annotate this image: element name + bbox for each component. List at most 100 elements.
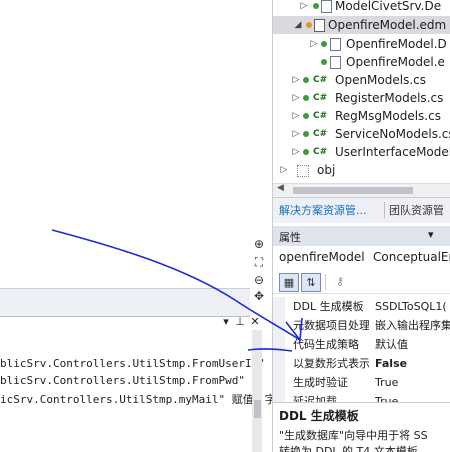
close-icon[interactable]: ✕ xyxy=(249,316,261,328)
output-pane[interactable]: blicSrv.Controllers.UtilStmp.FromUserId"… xyxy=(0,316,276,452)
property-row[interactable]: 元数据项目处理 嵌入输出程序集 xyxy=(273,316,450,335)
right-dock: ▷ ModelCivetSrv.De ◢ OpenfireModel.edm ▷… xyxy=(272,0,450,452)
tree-item-label: obj xyxy=(317,163,336,177)
tree-item[interactable]: ▷ C# RegisterModels.cs xyxy=(273,89,450,107)
property-value[interactable]: SSDLToSQL1( xyxy=(375,297,450,316)
pin-icon[interactable]: ⊥ xyxy=(234,316,246,328)
property-name: 延迟加载 xyxy=(293,395,337,402)
scroll-left-icon[interactable]: ◀ xyxy=(277,183,284,193)
properties-object-selector[interactable]: openfireModel ConceptualEr xyxy=(273,246,450,270)
tab-divider xyxy=(384,202,385,218)
tree-item[interactable]: ▷ C# ServiceNoModels.cs xyxy=(273,125,450,143)
csharp-file-icon: C# xyxy=(313,111,328,121)
property-row[interactable]: 代码生成策略 默认值 xyxy=(273,335,450,354)
property-value[interactable]: 嵌入输出程序集 xyxy=(375,316,450,335)
tab-solution-explorer[interactable]: 解决方案资源管... xyxy=(279,202,367,218)
expand-icon[interactable]: ▷ xyxy=(291,125,301,143)
description-text: 转换为 DDL 的 T4 文本模板。 xyxy=(279,445,429,452)
properties-toolbar: ▦ ⇅ ⚷ xyxy=(273,270,450,294)
tree-item[interactable]: ▷ ModelCivetSrv.De xyxy=(273,0,450,15)
expand-icon[interactable]: ▷ xyxy=(291,71,301,89)
property-value[interactable]: False xyxy=(375,354,450,373)
status-dot-icon xyxy=(303,131,309,137)
tree-item-label: ServiceNoModels.cs xyxy=(335,127,450,141)
property-gutter xyxy=(273,373,285,392)
tree-item-label: UserInterfaceModels xyxy=(335,145,450,159)
property-name: 以复数形式表示 xyxy=(293,357,369,370)
expand-icon[interactable]: ▷ xyxy=(291,107,301,125)
collapse-icon[interactable]: ◢ xyxy=(293,16,303,34)
properties-header: 属性 ▾ xyxy=(273,226,450,246)
tree-item-label: OpenModels.cs xyxy=(335,73,426,87)
output-line: blicSrv.Controllers.UtilStmp.FromUserId" xyxy=(0,357,265,370)
csharp-file-icon: C# xyxy=(313,75,328,85)
categorized-icon[interactable]: ▦ xyxy=(279,273,299,292)
tree-item-label: ModelCivetSrv.De xyxy=(335,0,442,13)
status-dot-icon xyxy=(321,59,327,65)
expand-icon[interactable]: ▷ xyxy=(279,161,289,179)
status-dot-icon xyxy=(303,113,309,119)
expand-icon[interactable]: ▷ xyxy=(299,0,309,15)
description-text: "生成数据库"向导中用于将 SS xyxy=(279,429,428,442)
zoom-out-icon[interactable]: ⊖ xyxy=(251,272,267,288)
alphabetical-icon[interactable]: ⇅ xyxy=(301,273,321,292)
file-icon xyxy=(330,56,341,69)
expand-icon[interactable]: ▷ xyxy=(291,143,301,161)
csharp-file-icon: C# xyxy=(313,129,328,139)
properties-title: 属性 xyxy=(279,231,301,244)
file-icon xyxy=(330,38,341,51)
status-dot-icon xyxy=(303,77,309,83)
pan-icon[interactable]: ✥ xyxy=(251,288,267,304)
tree-item-selected[interactable]: ◢ OpenfireModel.edm xyxy=(273,16,450,34)
expand-icon[interactable]: ▷ xyxy=(309,35,319,53)
tree-item-label: RegisterModels.cs xyxy=(335,91,444,105)
editor-area[interactable] xyxy=(0,0,250,288)
property-value[interactable]: True xyxy=(375,373,450,392)
expand-icon[interactable]: ▷ xyxy=(291,89,301,107)
status-dot-icon xyxy=(321,41,327,47)
tab-team-explorer[interactable]: 团队资源管 xyxy=(389,202,444,218)
tree-item-label: RegMsgModels.cs xyxy=(335,109,441,123)
zoom-in-icon[interactable]: ⊕ xyxy=(251,236,267,252)
zoom-fit-icon[interactable]: ⛶ xyxy=(251,254,267,270)
edmx-icon xyxy=(314,19,325,32)
dock-tab-bar: 解决方案资源管... 团队资源管 xyxy=(273,197,450,223)
tree-item[interactable]: ▷ C# OpenModels.cs xyxy=(273,71,450,89)
tree-item-label: OpenfireModel.edm xyxy=(328,18,447,32)
property-row[interactable]: 延迟加载 True xyxy=(273,392,450,402)
csharp-file-icon: C# xyxy=(313,147,328,157)
property-name: 元数据项目处理 xyxy=(293,319,369,332)
property-gutter xyxy=(273,392,285,402)
object-type: ConceptualEr xyxy=(373,250,450,264)
property-name: 生成时验证 xyxy=(293,376,348,389)
output-scrollbar[interactable] xyxy=(252,330,262,452)
tree-item[interactable]: ▷ OpenfireModel.D xyxy=(273,35,450,53)
status-dot-icon xyxy=(306,22,312,28)
dropdown-arrow-icon[interactable]: ▾ xyxy=(220,316,232,328)
output-line: icSrv.Controllers.UtilStmp.myMail" 赋值，字 xyxy=(0,393,276,406)
property-value[interactable]: True xyxy=(375,392,450,402)
property-pages-icon[interactable]: ⚷ xyxy=(331,273,349,290)
property-row[interactable]: 以复数形式表示 False xyxy=(273,354,450,373)
output-line: blicSrv.Controllers.UtilStmp.FromPwd" xyxy=(0,374,246,387)
tree-item[interactable]: ▷ C# RegMsgModels.cs xyxy=(273,107,450,125)
status-dot-icon xyxy=(313,3,319,9)
tree-scroll-thumb[interactable] xyxy=(293,187,413,194)
output-scroll-thumb[interactable] xyxy=(254,400,261,418)
property-name: 代码生成策略 xyxy=(293,338,359,351)
property-gutter xyxy=(273,335,285,354)
property-row[interactable]: 生成时验证 True xyxy=(273,373,450,392)
tree-item[interactable]: ▷ C# UserInterfaceModels xyxy=(273,143,450,161)
property-description: DDL 生成模板 "生成数据库"向导中用于将 SS 转换为 DDL 的 T4 文… xyxy=(273,402,450,452)
toolbar-divider xyxy=(325,274,326,290)
property-row[interactable]: DDL 生成模板 SSDLToSQL1( xyxy=(273,297,450,316)
object-name: openfireModel xyxy=(279,250,365,264)
dropdown-arrow-icon[interactable]: ▾ xyxy=(428,228,434,241)
file-icon xyxy=(321,0,332,13)
tree-horizontal-scrollbar[interactable]: ◀ xyxy=(273,183,450,197)
property-value[interactable]: 默认值 xyxy=(375,335,450,354)
tree-item[interactable]: OpenfireModel.e xyxy=(273,53,450,71)
tree-item[interactable]: ▷ obj xyxy=(273,161,450,179)
editor-status-strip xyxy=(0,288,250,316)
status-dot-icon xyxy=(303,149,309,155)
